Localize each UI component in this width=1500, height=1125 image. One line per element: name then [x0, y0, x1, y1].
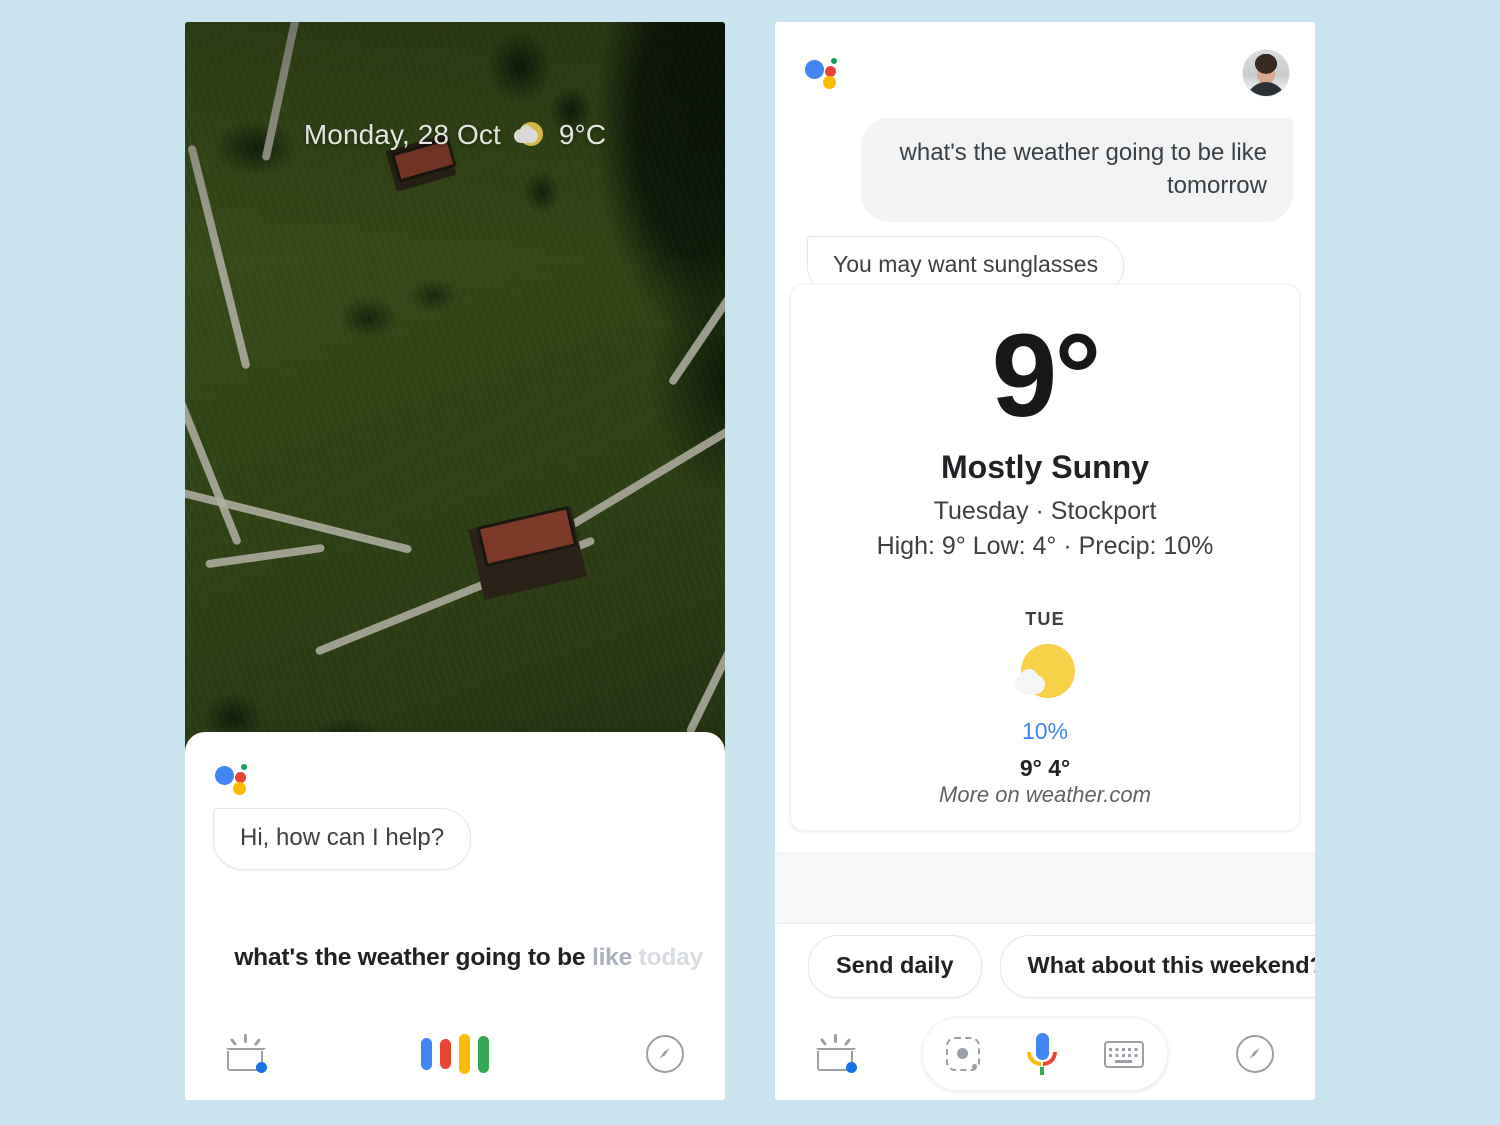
chip-this-weekend[interactable]: What about this weekend? [999, 934, 1315, 998]
left-bottom-navbar [185, 1008, 725, 1100]
input-controls [895, 1017, 1195, 1091]
google-assistant-logo [215, 760, 259, 798]
transcript-partial: like [591, 944, 633, 971]
conversation-area: what's the weather going to be like tomo… [775, 22, 1315, 924]
mostly-sunny-icon [1015, 642, 1075, 702]
keyboard-icon[interactable] [1103, 1040, 1144, 1068]
ambient-date: Monday, 28 Oct [303, 119, 501, 150]
user-avatar[interactable] [1243, 50, 1289, 96]
chip-send-daily[interactable]: Send daily [808, 934, 982, 998]
snapshot-button[interactable] [775, 1034, 895, 1074]
google-lens-icon[interactable] [946, 1037, 981, 1071]
assistant-input-pill [922, 1017, 1168, 1091]
partly-cloudy-sun-icon [513, 118, 547, 152]
forecast-precipitation: 10% [1021, 717, 1069, 744]
notification-dot [846, 1062, 857, 1073]
assistant-logo-row [805, 54, 849, 92]
notification-dot [256, 1062, 267, 1073]
right-bottom-navbar [775, 1008, 1315, 1100]
listening-indicator-button[interactable] [305, 1031, 605, 1077]
assistant-sheet: Hi, how can I help? what's the weather g… [185, 732, 725, 1100]
transcript-tentative: today [638, 944, 704, 971]
snapshot-inbox-icon[interactable] [814, 1034, 857, 1074]
forecast-day-label: TUE [1025, 608, 1065, 629]
google-assistant-logo [805, 54, 849, 92]
left-phone-screen: Monday, 28 Oct 9°C Hi, how can I help? w… [185, 22, 725, 1100]
assistant-greeting-bubble: Hi, how can I help? [213, 808, 472, 870]
assistant-listening-bars[interactable] [421, 1031, 489, 1077]
weather-day-location: Tuesday · Stockport [933, 496, 1157, 525]
right-phone-screen: what's the weather going to be like tomo… [775, 22, 1315, 1100]
scroll-spacer [775, 852, 1315, 924]
transcript-confirmed: what's the weather going to be [234, 944, 586, 971]
snapshot-button[interactable] [185, 1034, 305, 1074]
weather-card[interactable]: 9° Mostly Sunny Tuesday · Stockport High… [790, 284, 1300, 831]
google-mic-icon[interactable] [1026, 1033, 1057, 1075]
user-message-bubble: what's the weather going to be like tomo… [861, 118, 1293, 223]
voice-transcript: what's the weather going to be like toda… [209, 944, 703, 972]
explore-button[interactable] [605, 1035, 725, 1073]
ambient-status-line: Monday, 28 Oct 9°C [185, 118, 725, 152]
weather-condition: Mostly Sunny [940, 448, 1149, 485]
forecast-high-low: 9° 4° [1019, 754, 1071, 781]
explore-button[interactable] [1195, 1035, 1315, 1073]
suggestion-chips: Send daily What about this weekend? [775, 924, 1315, 1008]
ambient-photo: Monday, 28 Oct 9°C [185, 22, 725, 762]
snapshot-inbox-icon[interactable] [224, 1034, 267, 1074]
compass-explore-icon[interactable] [1236, 1035, 1274, 1073]
ambient-temperature: 9°C [558, 119, 607, 150]
avatar-photo [1243, 50, 1289, 96]
weather-details: High: 9° Low: 4° · Precip: 10% [876, 531, 1214, 560]
weather-attribution-link[interactable]: More on weather.com [791, 782, 1299, 808]
weather-temperature: 9° [991, 310, 1102, 442]
compass-explore-icon[interactable] [646, 1035, 684, 1073]
